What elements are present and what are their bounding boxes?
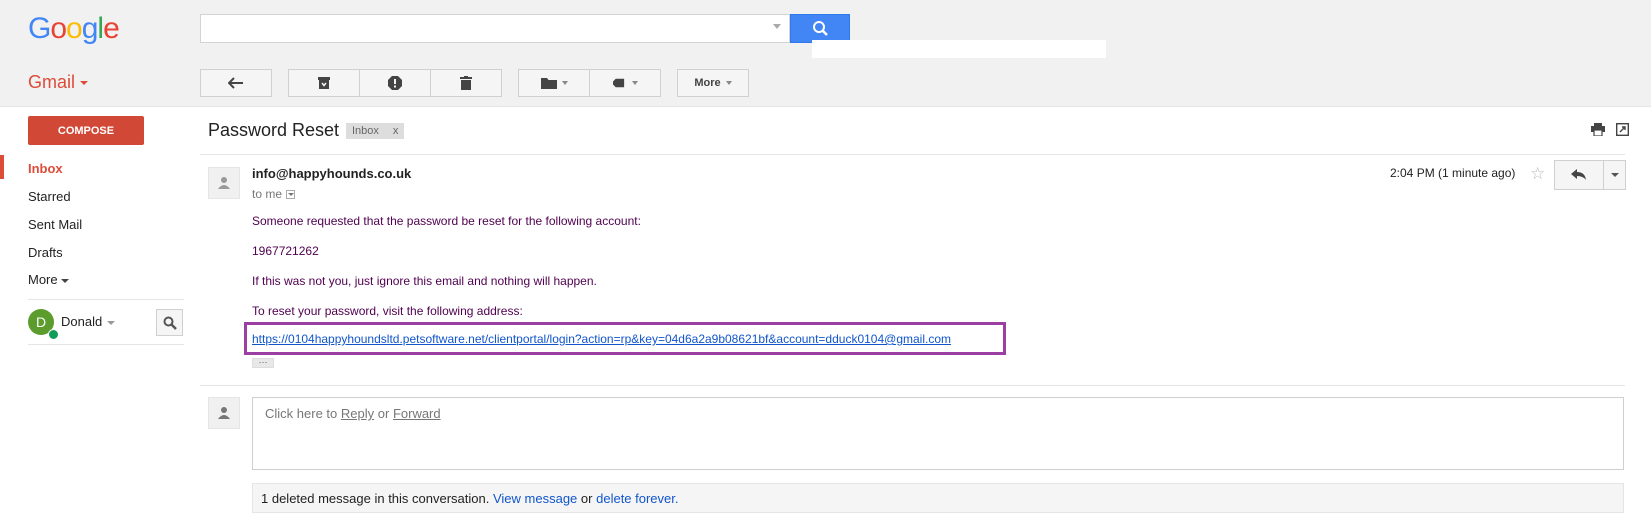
active-indicator (0, 155, 4, 179)
people-search-button[interactable] (156, 309, 183, 336)
chevron-down-icon (60, 278, 69, 283)
search-options-caret-icon[interactable] (773, 24, 781, 29)
reset-password-link[interactable]: https://0104happyhoundsltd.petsoftware.n… (252, 332, 951, 346)
sidebar-item-drafts[interactable]: Drafts (28, 245, 63, 260)
logo-letter: o (50, 12, 67, 45)
account-number: 1967721262 (252, 244, 319, 258)
show-details-icon[interactable] (286, 190, 296, 200)
labels-button[interactable] (589, 69, 661, 97)
deleted-message-notice: 1 deleted message in this conversation. … (261, 491, 679, 506)
print-icon (1591, 123, 1605, 137)
body-line: If this was not you, just ignore this em… (252, 274, 597, 288)
gmail-label: Gmail (28, 72, 76, 92)
delete-forever-link[interactable]: delete forever. (596, 491, 678, 506)
logo-letter: g (81, 12, 99, 45)
deleted-message-text: 1 deleted message in this conversation. (261, 491, 490, 506)
logo-letter: e (103, 12, 120, 45)
archive-icon (318, 77, 330, 89)
chevron-down-icon (561, 81, 568, 85)
star-icon[interactable]: ☆ (1530, 164, 1545, 184)
sender-avatar[interactable] (208, 167, 240, 199)
label-icon (612, 78, 624, 88)
move-to-button[interactable] (518, 69, 590, 97)
compose-button[interactable]: COMPOSE (28, 116, 144, 145)
divider (28, 299, 184, 300)
remove-label-icon[interactable]: x (393, 123, 399, 139)
more-actions-button[interactable]: More (677, 69, 749, 97)
delete-button[interactable] (430, 69, 502, 97)
online-status-icon (48, 329, 59, 340)
reply-options-button[interactable] (1603, 160, 1626, 190)
search-button[interactable] (790, 14, 850, 43)
chevron-down-icon (631, 81, 638, 85)
body-line: To reset your password, visit the follow… (252, 304, 523, 318)
chevron-down-icon (725, 81, 732, 85)
back-arrow-icon (228, 77, 243, 89)
report-spam-button[interactable] (359, 69, 431, 97)
label-chip-text[interactable]: Inbox (352, 123, 379, 139)
recipients-text: to me (252, 187, 283, 201)
message-timestamp: 2:04 PM (1 minute ago) (1390, 166, 1516, 180)
report-spam-icon (388, 76, 402, 90)
person-icon (218, 407, 230, 419)
person-icon (218, 177, 230, 189)
print-button[interactable] (1591, 123, 1605, 139)
user-name: Donald (61, 314, 103, 329)
chevron-down-icon (1610, 173, 1619, 177)
folder-icon (540, 78, 557, 89)
forward-link[interactable]: Forward (393, 406, 441, 421)
chevron-down-icon (107, 320, 116, 325)
reply-prompt-text: Click here to (265, 406, 338, 421)
sidebar-item-more[interactable]: More (28, 272, 69, 287)
blank-area (812, 40, 1106, 58)
view-message-link[interactable]: View message (493, 491, 577, 506)
chevron-down-icon (80, 81, 89, 86)
divider (200, 154, 1625, 155)
reply-box[interactable] (252, 397, 1624, 470)
sender-address[interactable]: info@happyhounds.co.uk (252, 166, 411, 181)
sidebar-item-label: More (28, 272, 58, 287)
recipients: to me (252, 187, 296, 201)
search-input[interactable] (200, 14, 790, 43)
body-line: Someone requested that the password be r… (252, 214, 641, 228)
reply-button[interactable] (1554, 160, 1604, 190)
new-window-icon (1615, 122, 1630, 137)
back-button[interactable] (200, 69, 272, 97)
divider (200, 385, 1625, 386)
deleted-message-text: or (580, 491, 593, 506)
logo-letter: G (28, 12, 51, 45)
search-icon (813, 21, 828, 36)
archive-button[interactable] (288, 69, 360, 97)
reply-icon (1571, 169, 1586, 180)
user-menu[interactable]: Donald (61, 314, 116, 329)
reply-prompt-text: or (377, 406, 390, 421)
email-subject: Password Reset (208, 120, 340, 140)
new-window-button[interactable] (1615, 122, 1630, 139)
more-label: More (694, 77, 721, 89)
my-avatar (208, 397, 240, 429)
logo-letter: o (66, 12, 83, 45)
sidebar-item-starred[interactable]: Starred (28, 189, 71, 204)
label-chip: Inbox x (346, 123, 405, 139)
show-trimmed-content-button[interactable]: ··· (252, 358, 274, 368)
reply-prompt: Click here to Reply or Forward (265, 406, 441, 421)
gmail-menu[interactable]: Gmail (28, 72, 89, 93)
delete-icon (460, 76, 472, 90)
reply-link[interactable]: Reply (341, 406, 374, 421)
search-icon (163, 316, 177, 330)
sidebar-item-inbox[interactable]: Inbox (28, 161, 63, 176)
google-logo[interactable]: Google (28, 12, 120, 46)
divider (28, 344, 184, 345)
sidebar-item-sent-mail[interactable]: Sent Mail (28, 217, 82, 232)
